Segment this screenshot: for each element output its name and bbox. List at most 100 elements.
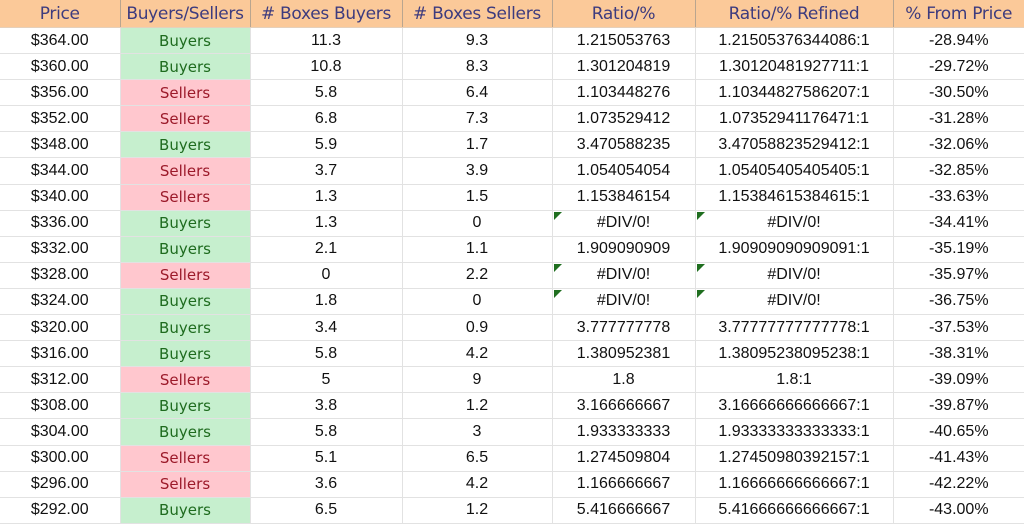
cell-boxes-sellers[interactable]: 7.3: [402, 105, 553, 133]
cell-buyers-sellers[interactable]: Buyers: [120, 236, 251, 263]
cell-boxes-sellers[interactable]: 1.2: [402, 497, 553, 524]
cell-buyers-sellers[interactable]: Sellers: [120, 471, 251, 498]
cell-price[interactable]: $308.00: [0, 392, 121, 420]
cell-buyers-sellers[interactable]: Buyers: [120, 27, 251, 55]
cell-ratio[interactable]: 1.166666667: [552, 471, 696, 498]
cell-buyers-sellers[interactable]: Sellers: [120, 262, 251, 289]
cell-ratio[interactable]: 3.470588235: [552, 131, 696, 159]
cell-boxes-buyers[interactable]: 3.4: [250, 314, 403, 342]
cell-ratio-refined[interactable]: 3.77777777777778:1: [695, 314, 894, 342]
cell-boxes-sellers[interactable]: 0: [402, 288, 553, 316]
cell-boxes-sellers[interactable]: 3.9: [402, 157, 553, 185]
cell-buyers-sellers[interactable]: Buyers: [120, 418, 251, 446]
column-header-buyers-sellers[interactable]: Buyers/Sellers: [120, 0, 251, 28]
cell-pct-from-price[interactable]: -36.75%: [893, 288, 1024, 316]
column-header-ratio[interactable]: Ratio/%: [552, 0, 696, 28]
cell-price[interactable]: $336.00: [0, 210, 121, 237]
cell-price[interactable]: $316.00: [0, 340, 121, 368]
cell-ratio-refined[interactable]: #DIV/0!: [695, 288, 894, 316]
cell-boxes-sellers[interactable]: 3: [402, 418, 553, 446]
cell-ratio[interactable]: 1.073529412: [552, 105, 696, 133]
cell-pct-from-price[interactable]: -33.63%: [893, 184, 1024, 211]
cell-price[interactable]: $340.00: [0, 184, 121, 211]
cell-ratio-refined[interactable]: 1.27450980392157:1: [695, 445, 894, 472]
cell-ratio-refined[interactable]: #DIV/0!: [695, 210, 894, 237]
cell-ratio[interactable]: 1.380952381: [552, 340, 696, 368]
cell-price[interactable]: $348.00: [0, 131, 121, 159]
cell-buyers-sellers[interactable]: Sellers: [120, 79, 251, 107]
cell-pct-from-price[interactable]: -39.09%: [893, 366, 1024, 394]
cell-ratio-refined[interactable]: 1.8:1: [695, 366, 894, 394]
cell-ratio-refined[interactable]: 3.16666666666667:1: [695, 392, 894, 420]
cell-ratio[interactable]: 5.416666667: [552, 497, 696, 524]
cell-boxes-sellers[interactable]: 1.5: [402, 184, 553, 211]
cell-price[interactable]: $356.00: [0, 79, 121, 107]
cell-price[interactable]: $364.00: [0, 27, 121, 55]
cell-boxes-buyers[interactable]: 5: [250, 366, 403, 394]
cell-buyers-sellers[interactable]: Buyers: [120, 210, 251, 237]
cell-ratio-refined[interactable]: 1.93333333333333:1: [695, 418, 894, 446]
cell-ratio-refined[interactable]: 1.07352941176471:1: [695, 105, 894, 133]
cell-boxes-buyers[interactable]: 3.6: [250, 471, 403, 498]
cell-pct-from-price[interactable]: -32.85%: [893, 157, 1024, 185]
cell-buyers-sellers[interactable]: Buyers: [120, 314, 251, 342]
cell-boxes-buyers[interactable]: 1.8: [250, 288, 403, 316]
cell-pct-from-price[interactable]: -38.31%: [893, 340, 1024, 368]
cell-pct-from-price[interactable]: -29.72%: [893, 53, 1024, 81]
cell-price[interactable]: $324.00: [0, 288, 121, 316]
cell-buyers-sellers[interactable]: Buyers: [120, 288, 251, 316]
cell-pct-from-price[interactable]: -35.19%: [893, 236, 1024, 263]
cell-boxes-buyers[interactable]: 0: [250, 262, 403, 289]
cell-buyers-sellers[interactable]: Buyers: [120, 392, 251, 420]
cell-ratio[interactable]: #DIV/0!: [552, 262, 696, 289]
cell-ratio[interactable]: 1.909090909: [552, 236, 696, 263]
cell-boxes-buyers[interactable]: 5.8: [250, 418, 403, 446]
cell-pct-from-price[interactable]: -40.65%: [893, 418, 1024, 446]
cell-buyers-sellers[interactable]: Buyers: [120, 53, 251, 81]
cell-pct-from-price[interactable]: -37.53%: [893, 314, 1024, 342]
cell-buyers-sellers[interactable]: Sellers: [120, 157, 251, 185]
cell-ratio[interactable]: 1.103448276: [552, 79, 696, 107]
cell-boxes-sellers[interactable]: 9: [402, 366, 553, 394]
cell-pct-from-price[interactable]: -28.94%: [893, 27, 1024, 55]
cell-boxes-sellers[interactable]: 1.1: [402, 236, 553, 263]
cell-boxes-buyers[interactable]: 6.5: [250, 497, 403, 524]
cell-boxes-sellers[interactable]: 4.2: [402, 340, 553, 368]
column-header-price[interactable]: Price: [0, 0, 121, 28]
cell-ratio-refined[interactable]: 1.05405405405405:1: [695, 157, 894, 185]
column-header-ratio-refined[interactable]: Ratio/% Refined: [695, 0, 894, 28]
cell-pct-from-price[interactable]: -42.22%: [893, 471, 1024, 498]
cell-boxes-buyers[interactable]: 3.7: [250, 157, 403, 185]
cell-ratio-refined[interactable]: #DIV/0!: [695, 262, 894, 289]
cell-price[interactable]: $360.00: [0, 53, 121, 81]
cell-price[interactable]: $296.00: [0, 471, 121, 498]
cell-ratio[interactable]: 1.8: [552, 366, 696, 394]
cell-pct-from-price[interactable]: -39.87%: [893, 392, 1024, 420]
cell-buyers-sellers[interactable]: Sellers: [120, 445, 251, 472]
cell-boxes-buyers[interactable]: 11.3: [250, 27, 403, 55]
cell-ratio-refined[interactable]: 1.21505376344086:1: [695, 27, 894, 55]
cell-boxes-sellers[interactable]: 9.3: [402, 27, 553, 55]
cell-boxes-sellers[interactable]: 6.5: [402, 445, 553, 472]
cell-pct-from-price[interactable]: -31.28%: [893, 105, 1024, 133]
cell-boxes-sellers[interactable]: 0: [402, 210, 553, 237]
cell-price[interactable]: $332.00: [0, 236, 121, 263]
cell-ratio[interactable]: #DIV/0!: [552, 210, 696, 237]
cell-buyers-sellers[interactable]: Sellers: [120, 184, 251, 211]
cell-price[interactable]: $328.00: [0, 262, 121, 289]
cell-ratio[interactable]: 3.166666667: [552, 392, 696, 420]
cell-ratio[interactable]: 1.153846154: [552, 184, 696, 211]
cell-price[interactable]: $344.00: [0, 157, 121, 185]
cell-ratio[interactable]: 1.274509804: [552, 445, 696, 472]
cell-buyers-sellers[interactable]: Buyers: [120, 131, 251, 159]
cell-boxes-sellers[interactable]: 1.7: [402, 131, 553, 159]
cell-pct-from-price[interactable]: -32.06%: [893, 131, 1024, 159]
cell-price[interactable]: $304.00: [0, 418, 121, 446]
cell-ratio-refined[interactable]: 1.38095238095238:1: [695, 340, 894, 368]
cell-ratio-refined[interactable]: 1.16666666666667:1: [695, 471, 894, 498]
cell-boxes-sellers[interactable]: 2.2: [402, 262, 553, 289]
cell-ratio[interactable]: 1.054054054: [552, 157, 696, 185]
column-header-boxes-buyers[interactable]: # Boxes Buyers: [250, 0, 403, 28]
column-header-boxes-sellers[interactable]: # Boxes Sellers: [402, 0, 553, 28]
cell-buyers-sellers[interactable]: Buyers: [120, 497, 251, 524]
